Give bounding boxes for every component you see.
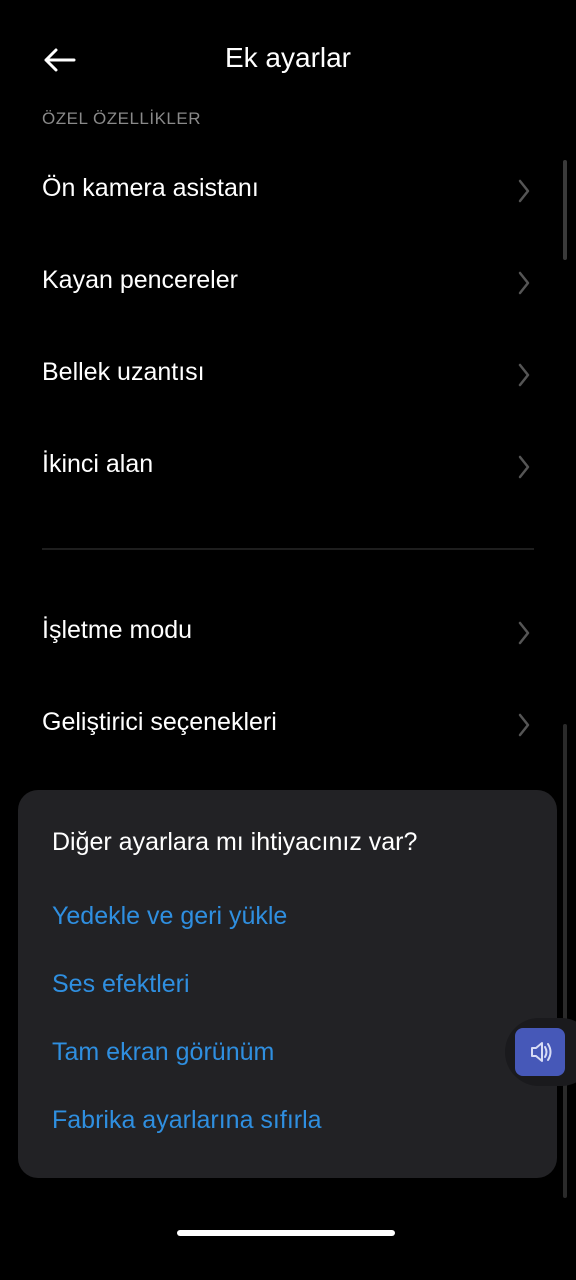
link-full-screen-display[interactable]: Tam ekran görünüm [52,1038,274,1067]
list-item-front-camera-assistant[interactable]: Ön kamera asistanı [0,145,576,237]
page-title: Ek ayarlar [224,42,352,73]
list-item-label: Kayan pencereler [42,266,238,294]
scrollbar-thumb[interactable] [563,160,567,260]
link-factory-reset[interactable]: Fabrika ayarlarına sıfırla [52,1106,322,1135]
list-item-label: İşletme modu [42,616,193,644]
list-item-label: Ön kamera asistanı [42,174,259,202]
scrollbar-track[interactable] [563,724,567,1198]
volume-icon [531,1042,552,1062]
card-question: Diğer ayarlara mı ihtiyacınız var? [52,828,418,856]
list-item-label: İkinci alan [42,450,154,478]
section-label: ÖZEL ÖZELLİKLER [42,109,201,128]
floating-button-inner [515,1028,565,1076]
chevron-right-icon [518,179,530,203]
list-item-second-space[interactable]: İkinci alan [0,421,576,513]
chevron-right-icon [518,713,530,737]
list-item-memory-extension[interactable]: Bellek uzantısı [0,329,576,421]
list-item-business-mode[interactable]: İşletme modu [0,587,576,679]
chevron-right-icon [518,271,530,295]
list-item-developer-options[interactable]: Geliştirici seçenekleri [0,679,576,771]
link-sound-effects[interactable]: Ses efektleri [52,970,190,999]
home-indicator[interactable] [177,1230,395,1236]
list-item-label: Geliştirici seçenekleri [42,708,277,736]
section-divider [42,548,534,550]
more-settings-card: Diğer ayarlara mı ihtiyacınız var? Yedek… [18,790,557,1178]
list-item-floating-windows[interactable]: Kayan pencereler [0,237,576,329]
chevron-right-icon [518,455,530,479]
list-item-label: Bellek uzantısı [42,358,205,386]
chevron-right-icon [518,621,530,645]
link-backup-restore[interactable]: Yedekle ve geri yükle [52,902,287,931]
chevron-right-icon [518,363,530,387]
floating-volume-button[interactable] [505,1018,576,1086]
app-header: Ek ayarlar [0,0,576,120]
